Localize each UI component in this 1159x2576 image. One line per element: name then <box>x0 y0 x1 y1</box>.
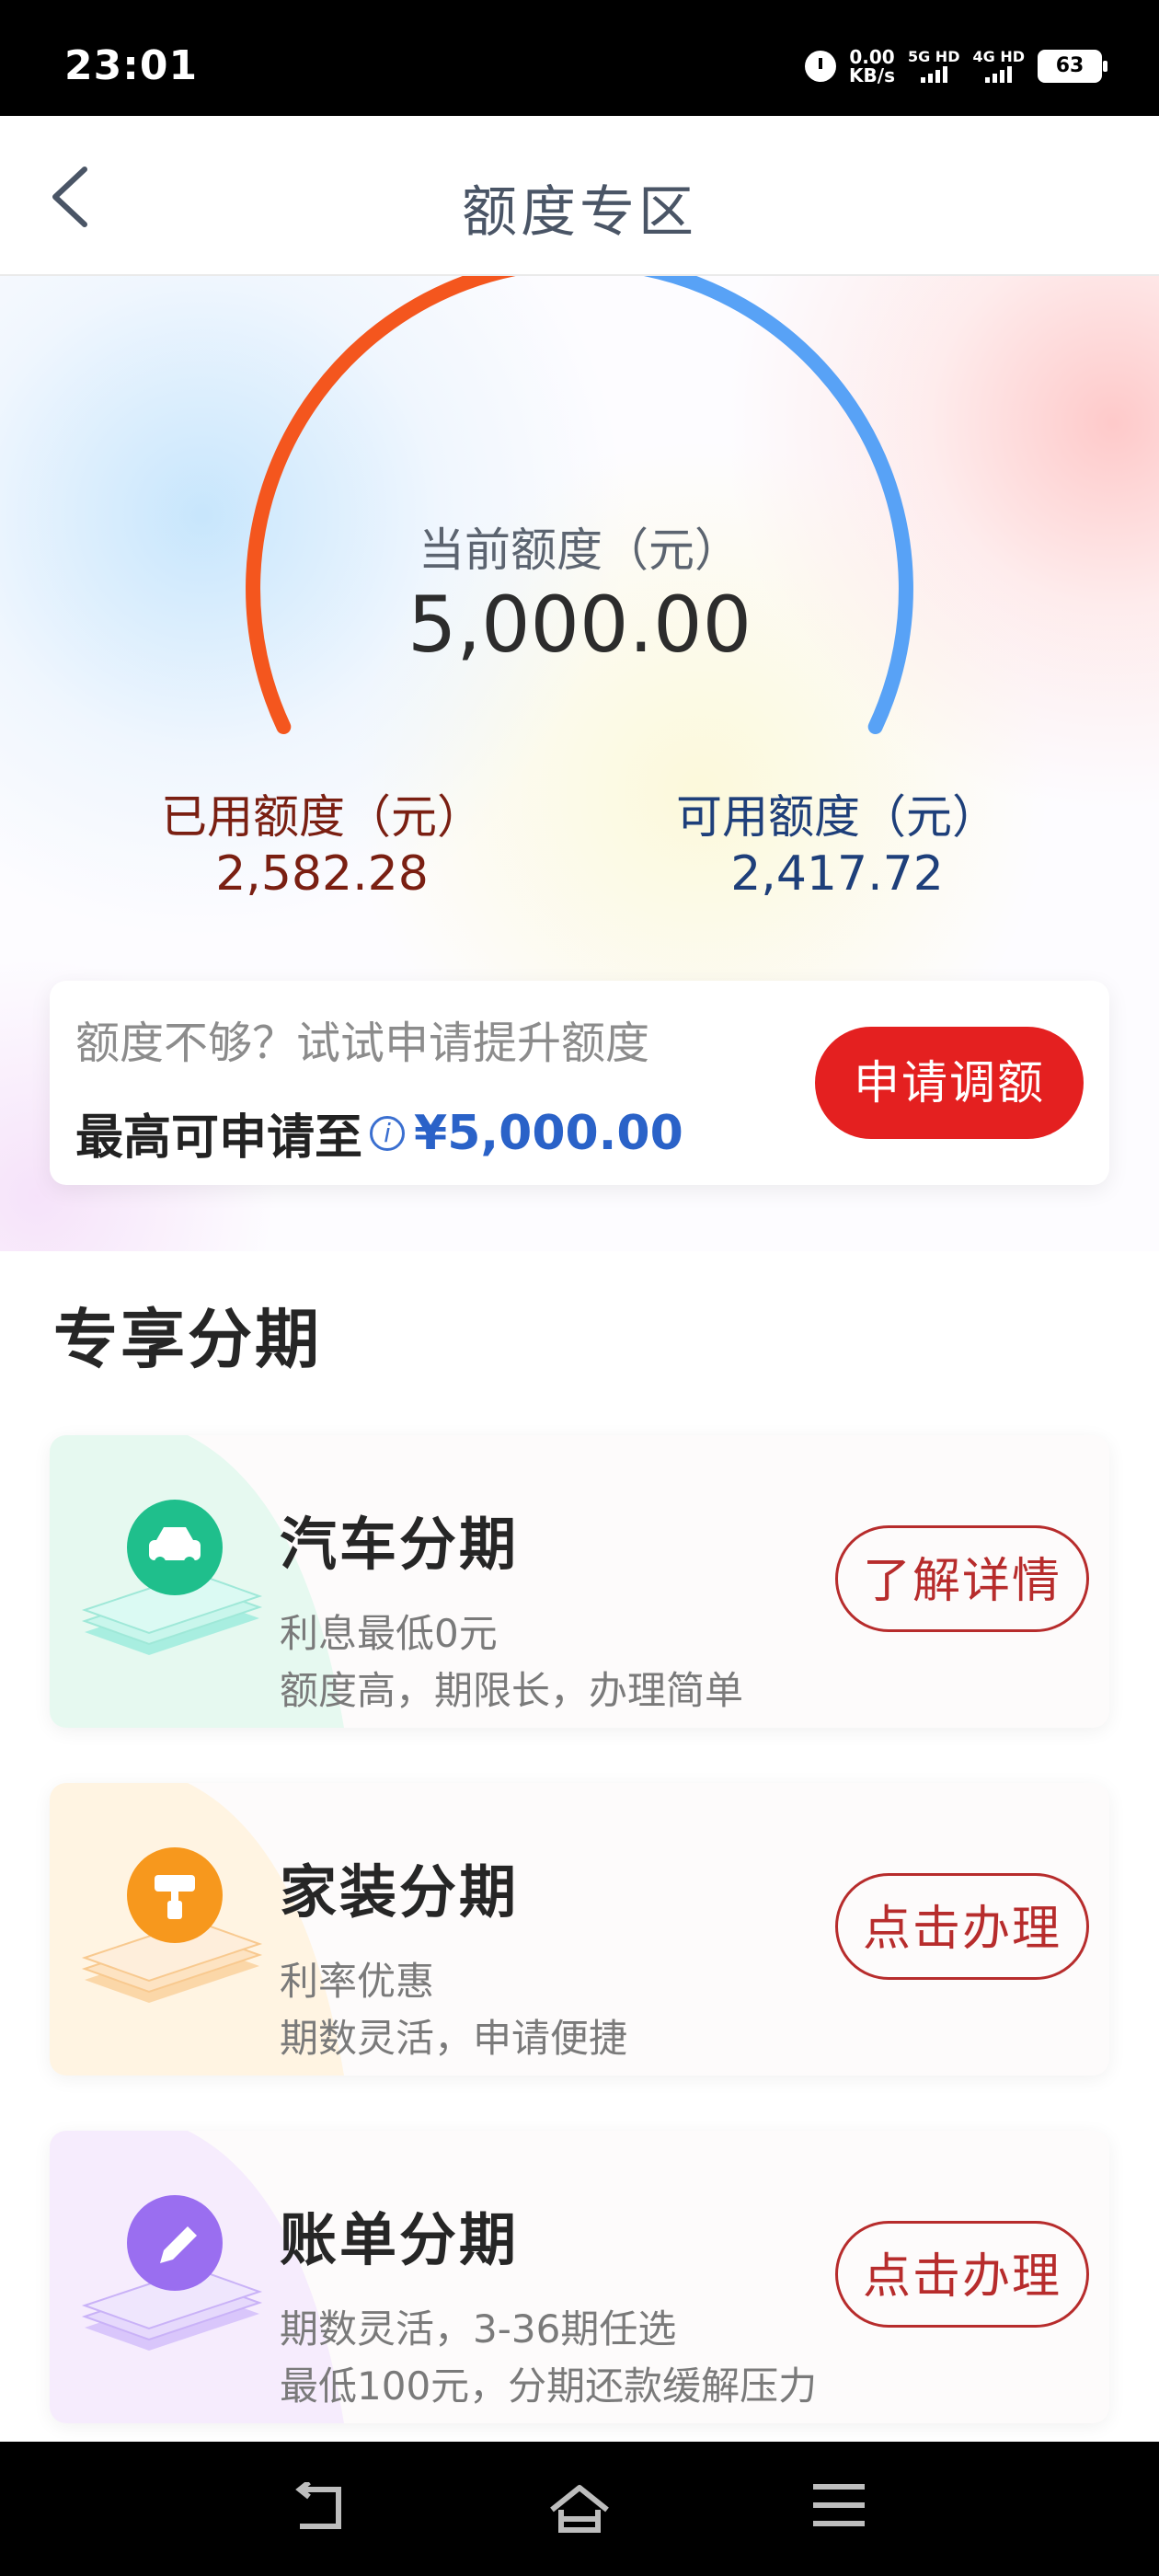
status-bar: 23:01 0.00 KB/s 5G HD 4G HD 63 <box>0 0 1159 116</box>
header: 额度专区 <box>0 116 1159 276</box>
card-line1: 期数灵活，3-36期任选 <box>280 2306 677 2352</box>
page-title: 额度专区 <box>462 180 697 245</box>
network-speed: 0.00 KB/s <box>849 46 895 86</box>
credit-increase-card: 额度不够？试试申请提升额度 最高可申请至 i ¥5,000.00 申请调额 <box>50 981 1109 1185</box>
back-nav-icon[interactable] <box>291 2482 350 2534</box>
battery-icon: 63 <box>1038 50 1107 83</box>
alarm-icon <box>805 51 837 82</box>
home-nav-icon[interactable] <box>548 2482 611 2536</box>
apply-now-button[interactable]: 点击办理 <box>835 2221 1089 2328</box>
card-title: 家装分期 <box>280 1858 520 1926</box>
current-credit-value: 5,000.00 <box>407 580 752 670</box>
card-line1: 利率优惠 <box>280 1959 435 2004</box>
sim1-signal-icon: 5G HD <box>908 50 959 83</box>
installment-card-home[interactable]: 家装分期 利率优惠 期数灵活，申请便捷 点击办理 <box>50 1783 1109 2076</box>
promo-text: 额度不够？试试申请提升额度 <box>75 1018 650 1069</box>
status-time: 23:01 <box>64 42 199 89</box>
card-line2: 最低100元，分期还款缓解压力 <box>280 2363 818 2409</box>
card-title: 账单分期 <box>280 2206 520 2273</box>
promo-max-label: 最高可申请至 <box>75 1110 363 1166</box>
card-line2: 额度高，期限长，办理简单 <box>280 1668 744 1713</box>
menu-nav-icon[interactable] <box>813 2482 865 2528</box>
installment-card-bill[interactable]: 账单分期 期数灵活，3-36期任选 最低100元，分期还款缓解压力 点击办理 <box>50 2131 1109 2423</box>
available-credit-label: 可用额度（元） <box>676 790 998 844</box>
paint-roller-icon <box>81 1847 263 2003</box>
system-nav-bar <box>0 2442 1159 2576</box>
card-line2: 期数灵活，申请便捷 <box>280 2016 628 2061</box>
credit-overview: 当前额度（元） 5,000.00 已用额度（元） 2,582.28 可用额度（元… <box>0 276 1159 1251</box>
available-credit-value: 2,417.72 <box>730 846 944 902</box>
apply-increase-button[interactable]: 申请调额 <box>815 1027 1084 1139</box>
learn-more-button[interactable]: 了解详情 <box>835 1525 1089 1632</box>
card-title: 汽车分期 <box>280 1511 520 1578</box>
promo-max-row: 最高可申请至 i ¥5,000.00 <box>75 1098 683 1167</box>
sim2-signal-icon: 4G HD <box>972 50 1025 83</box>
info-icon[interactable]: i <box>370 1115 406 1151</box>
status-icons: 0.00 KB/s 5G HD 4G HD 63 <box>805 46 1107 86</box>
used-credit-label: 已用额度（元） <box>161 790 483 844</box>
car-icon <box>81 1500 263 1655</box>
pencil-icon <box>81 2195 263 2351</box>
card-line1: 利息最低0元 <box>280 1611 498 1656</box>
current-credit-label: 当前额度（元） <box>419 523 740 577</box>
installment-card-car[interactable]: 汽车分期 利息最低0元 额度高，期限长，办理简单 了解详情 <box>50 1435 1109 1728</box>
used-credit-value: 2,582.28 <box>215 846 429 902</box>
section-title: 专享分期 <box>53 1302 322 1377</box>
apply-now-button[interactable]: 点击办理 <box>835 1873 1089 1980</box>
promo-max-amount: ¥5,000.00 <box>414 1105 683 1161</box>
